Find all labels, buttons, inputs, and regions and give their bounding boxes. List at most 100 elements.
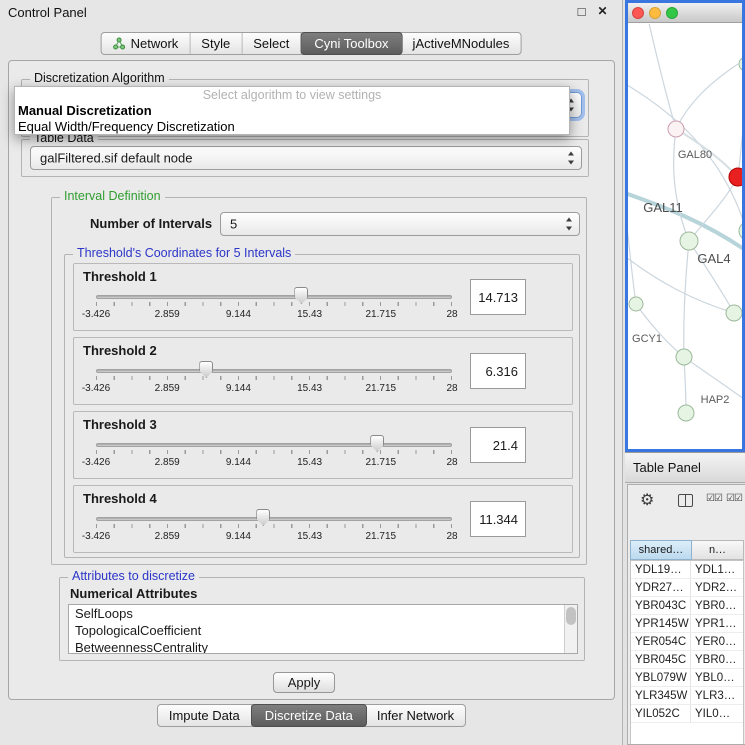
number-of-intervals-value: 5 <box>230 217 237 232</box>
network-node[interactable] <box>629 297 643 311</box>
list-item[interactable]: TopologicalCoefficient <box>69 622 577 639</box>
cell-shared-name[interactable]: YIL052C <box>631 705 691 722</box>
tick-label: 15.43 <box>297 457 322 468</box>
slider-tick-labels: -3.426 2.859 9.144 15.43 21.715 28 <box>96 457 452 469</box>
threshold-4-slider[interactable]: -3.426 2.859 9.144 15.43 21.715 28 <box>96 508 452 548</box>
threshold-4-value-field[interactable]: 11.344 <box>470 501 526 537</box>
network-node-selected[interactable] <box>729 168 742 186</box>
threshold-3-slider[interactable]: -3.426 2.859 9.144 15.43 21.715 28 <box>96 434 452 474</box>
cell-name[interactable]: YPR1… <box>691 615 743 632</box>
slider-track[interactable] <box>96 517 452 521</box>
column-header-shared-name[interactable]: shared… <box>630 540 692 560</box>
tab-discretize-data[interactable]: Discretize Data <box>251 704 367 727</box>
tab-infer-network[interactable]: Infer Network <box>366 705 465 726</box>
cell-shared-name[interactable]: YBR043C <box>631 597 691 614</box>
threshold-1-value-field[interactable]: 14.713 <box>470 279 526 315</box>
table-data-group: Table Data galFiltered.sif default node <box>21 139 589 177</box>
slider-track[interactable] <box>96 369 452 373</box>
tick-label: 28 <box>446 383 457 394</box>
list-item[interactable]: SelfLoops <box>69 605 577 622</box>
network-node[interactable] <box>680 232 698 250</box>
numerical-attributes-list[interactable]: SelfLoops TopologicalCoefficient Between… <box>68 604 578 654</box>
tab-cyni-toolbox[interactable]: Cyni Toolbox <box>300 32 402 55</box>
cell-name[interactable]: YLR3… <box>691 687 743 704</box>
table-data-select[interactable]: galFiltered.sif default node <box>30 146 582 170</box>
table-row[interactable]: YPR145WYPR1… <box>631 615 743 633</box>
scrollbar-thumb[interactable] <box>566 607 576 625</box>
table-row[interactable]: YBR045CYBR0… <box>631 651 743 669</box>
slider-track[interactable] <box>96 443 452 447</box>
threshold-coordinates-group-title: Threshold's Coordinates for 5 Intervals <box>73 246 295 260</box>
column-header-name[interactable]: n… <box>692 540 744 560</box>
tab-jactivemnodules[interactable]: jActiveMNodules <box>402 33 521 54</box>
network-window-titlebar[interactable] <box>628 3 742 23</box>
float-window-icon[interactable]: □ <box>573 3 590 20</box>
cell-shared-name[interactable]: YBL079W <box>631 669 691 686</box>
table-row[interactable]: YBR043CYBR0… <box>631 597 743 615</box>
table-data-selected-value: galFiltered.sif default node <box>40 151 192 166</box>
network-node[interactable] <box>678 405 694 421</box>
table-panel-window: ⚙ ☑☑ ☑☑ shared… n… YDL19…YDL1… YDR27…YDR… <box>627 484 745 745</box>
threshold-2-value-field[interactable]: 6.316 <box>470 353 526 389</box>
cell-name[interactable]: YBR0… <box>691 651 743 668</box>
tab-style[interactable]: Style <box>190 33 242 54</box>
cell-shared-name[interactable]: YBR045C <box>631 651 691 668</box>
number-of-intervals-select[interactable]: 5 <box>220 212 580 236</box>
network-node[interactable] <box>676 349 692 365</box>
gear-icon[interactable]: ⚙ <box>640 490 654 510</box>
cell-shared-name[interactable]: YDL19… <box>631 561 691 578</box>
cell-name[interactable]: YIL0… <box>691 705 743 722</box>
cell-shared-name[interactable]: YPR145W <box>631 615 691 632</box>
tick-label: 28 <box>446 457 457 468</box>
deselect-columns-icon[interactable]: ☑☑ <box>726 493 742 504</box>
close-window-icon[interactable]: ✕ <box>594 3 611 20</box>
apply-button[interactable]: Apply <box>273 672 335 693</box>
tab-jactivemnodules-label: jActiveMNodules <box>413 36 510 51</box>
tab-network[interactable]: Network <box>102 33 191 54</box>
tab-discretize-data-label: Discretize Data <box>265 708 353 723</box>
table-row[interactable]: YER054CYER0… <box>631 633 743 651</box>
threshold-2-slider[interactable]: -3.426 2.859 9.144 15.43 21.715 28 <box>96 360 452 400</box>
table-row[interactable]: YLR345WYLR3… <box>631 687 743 705</box>
select-columns-icon[interactable]: ☑☑ <box>706 493 722 504</box>
slider-track[interactable] <box>96 295 452 299</box>
table-row[interactable]: YDR27…YDR2… <box>631 579 743 597</box>
close-traffic-light-icon[interactable] <box>632 7 644 19</box>
dropdown-option-equal-width-frequency[interactable]: Equal Width/Frequency Discretization <box>15 119 569 135</box>
tab-impute-data[interactable]: Impute Data <box>158 705 252 726</box>
slider-tick-labels: -3.426 2.859 9.144 15.43 21.715 28 <box>96 383 452 395</box>
minimize-traffic-light-icon[interactable] <box>649 7 661 19</box>
network-node[interactable] <box>739 222 742 240</box>
columns-icon[interactable] <box>678 494 693 507</box>
network-canvas[interactable]: GAL80 GAL11 GAL4 GCY1 HAP2 <box>628 24 742 449</box>
cell-shared-name[interactable]: YLR345W <box>631 687 691 704</box>
network-node[interactable] <box>668 121 684 137</box>
cell-name[interactable]: YBR0… <box>691 597 743 614</box>
tick-label: 15.43 <box>297 309 322 320</box>
tab-select[interactable]: Select <box>242 33 301 54</box>
network-node[interactable] <box>726 305 742 321</box>
zoom-traffic-light-icon[interactable] <box>666 7 678 19</box>
cell-shared-name[interactable]: YDR27… <box>631 579 691 596</box>
list-scrollbar[interactable] <box>564 605 577 653</box>
cell-name[interactable]: YBL0… <box>691 669 743 686</box>
table-row[interactable]: YIL052CYIL0… <box>631 705 743 723</box>
list-item[interactable]: BetweennessCentrality <box>69 639 577 654</box>
bottom-tab-segment: Impute Data Discretize Data Infer Networ… <box>157 704 466 727</box>
threshold-1-slider[interactable]: -3.426 2.859 9.144 15.43 21.715 28 <box>96 286 452 326</box>
network-node[interactable] <box>739 57 742 71</box>
threshold-1-label: Threshold 1 <box>83 269 157 284</box>
cell-name[interactable]: YDL1… <box>691 561 743 578</box>
table-row[interactable]: YDL19…YDL1… <box>631 561 743 579</box>
cell-name[interactable]: YDR2… <box>691 579 743 596</box>
attributes-group: Attributes to discretize Numerical Attri… <box>59 577 585 661</box>
dropdown-option-manual-discretization[interactable]: Manual Discretization <box>15 103 569 119</box>
threshold-3-label: Threshold 3 <box>83 417 157 432</box>
network-view-window: GAL80 GAL11 GAL4 GCY1 HAP2 <box>625 0 745 452</box>
table-row[interactable]: YBL079WYBL0… <box>631 669 743 687</box>
threshold-4-label: Threshold 4 <box>83 491 157 506</box>
cell-name[interactable]: YER0… <box>691 633 743 650</box>
threshold-3-value-field[interactable]: 21.4 <box>470 427 526 463</box>
tick-label: 21.715 <box>366 383 397 394</box>
cell-shared-name[interactable]: YER054C <box>631 633 691 650</box>
